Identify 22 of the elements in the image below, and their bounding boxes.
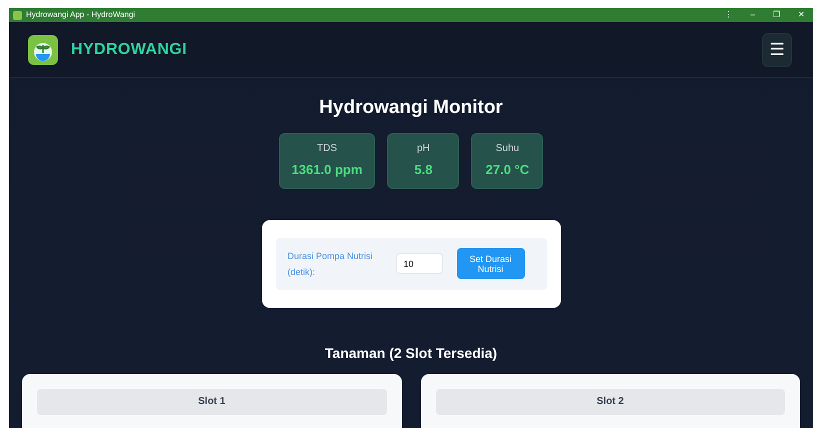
reading-label: pH (417, 142, 430, 156)
brand-name: HYDROWANGI (71, 40, 187, 60)
window-control[interactable]: – (750, 11, 755, 19)
window-control[interactable]: ✕ (798, 11, 805, 19)
window-title: Hydrowangi App - HydroWangi (26, 9, 136, 21)
reading-value: 5.8 (414, 161, 432, 180)
reading-value: 1361.0 ppm (292, 161, 362, 180)
menu-button[interactable]: ☰ (762, 32, 792, 66)
reading-label: TDS (316, 142, 337, 156)
duration-field[interactable]: 10 (396, 253, 442, 274)
page-title: Hydrowangi Monitor (319, 96, 503, 120)
section-title: Tanaman (2 Slot Tersedia) (324, 344, 498, 363)
pump-label: Durasi Pompa Nutrisi (detik): (288, 250, 374, 279)
logo-icon (28, 34, 58, 64)
window-control[interactable]: ❐ (773, 11, 780, 19)
slot-header: Slot 2 (436, 388, 785, 414)
slot-header: Slot 1 (37, 388, 386, 414)
reading-label: Suhu (496, 142, 520, 156)
set-duration-button[interactable]: Set Durasi Nutrisi (456, 248, 524, 279)
window-control[interactable]: ⋮ (724, 11, 733, 19)
app-icon (13, 10, 22, 20)
reading-value: 27.0 °C (486, 161, 530, 180)
